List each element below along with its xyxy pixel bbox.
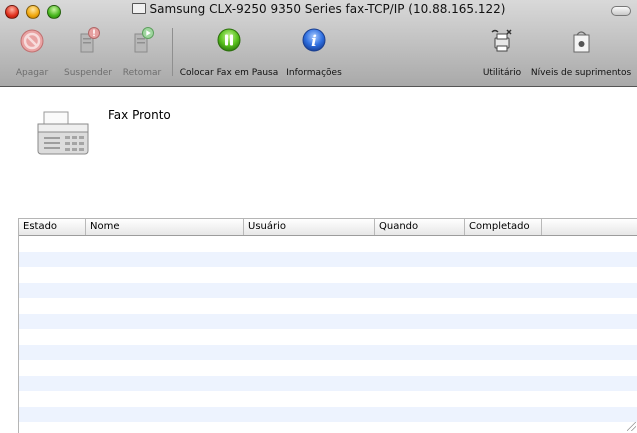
hold-button[interactable]: Suspender bbox=[60, 22, 116, 82]
hold-label: Suspender bbox=[63, 68, 112, 78]
printer-icon bbox=[131, 3, 146, 14]
supply-levels-label: Níveis de suprimentos bbox=[530, 68, 632, 78]
fax-machine-icon bbox=[37, 111, 89, 155]
device-status-text: Fax Pronto bbox=[108, 108, 171, 122]
pause-fax-label: Colocar Fax em Pausa bbox=[179, 68, 279, 78]
hold-job-icon bbox=[80, 27, 100, 53]
table-row bbox=[19, 282, 637, 298]
resume-job-icon bbox=[134, 27, 154, 53]
window-toolbar: Samsung CLX-9250 9350 Series fax-TCP/IP … bbox=[0, 0, 637, 87]
table-row bbox=[19, 298, 637, 314]
window-title-bar: Samsung CLX-9250 9350 Series fax-TCP/IP … bbox=[0, 2, 637, 16]
info-icon: i bbox=[302, 28, 326, 52]
table-row bbox=[19, 251, 637, 267]
window-title: Samsung CLX-9250 9350 Series fax-TCP/IP … bbox=[149, 2, 506, 16]
no-entry-icon bbox=[20, 29, 44, 53]
resume-label: Retomar bbox=[122, 68, 162, 78]
resize-grip-icon[interactable] bbox=[627, 422, 636, 431]
resume-button[interactable]: Retomar bbox=[118, 22, 166, 82]
supply-box-icon bbox=[573, 31, 590, 53]
table-row bbox=[19, 344, 637, 360]
delete-button[interactable]: Apagar bbox=[8, 22, 56, 82]
toolbar-toggle-button[interactable] bbox=[611, 6, 631, 16]
supply-levels-button[interactable]: Níveis de suprimentos bbox=[528, 22, 634, 82]
toolbar-separator bbox=[172, 28, 173, 76]
table-row bbox=[19, 360, 637, 376]
table-body bbox=[19, 236, 637, 433]
delete-label: Apagar bbox=[15, 68, 49, 78]
pause-circle-icon bbox=[217, 28, 241, 52]
pause-fax-button[interactable]: Colocar Fax em Pausa bbox=[176, 22, 282, 82]
column-header-nome[interactable]: Nome bbox=[86, 219, 244, 235]
table-row bbox=[19, 406, 637, 422]
table-row bbox=[19, 422, 637, 433]
utility-label: Utilitário bbox=[482, 68, 522, 78]
column-header-completado[interactable]: Completado bbox=[465, 219, 542, 235]
utility-button[interactable]: Utilitário bbox=[478, 22, 526, 82]
table-row bbox=[19, 391, 637, 407]
table-row bbox=[19, 329, 637, 345]
table-row bbox=[19, 375, 637, 391]
table-row bbox=[19, 313, 637, 329]
table-header: Estado Nome Usuário Quando Completado bbox=[19, 219, 637, 236]
jobs-table[interactable]: Estado Nome Usuário Quando Completado bbox=[18, 218, 637, 433]
column-header-quando[interactable]: Quando bbox=[375, 219, 465, 235]
svg-text:i: i bbox=[311, 32, 317, 50]
column-header-estado[interactable]: Estado bbox=[19, 219, 86, 235]
info-label: Informações bbox=[286, 68, 342, 78]
table-row bbox=[19, 236, 637, 252]
printer-utility-icon bbox=[491, 29, 512, 52]
column-header-usuario[interactable]: Usuário bbox=[244, 219, 375, 235]
info-button[interactable]: i Informações bbox=[284, 22, 344, 82]
table-row bbox=[19, 267, 637, 283]
